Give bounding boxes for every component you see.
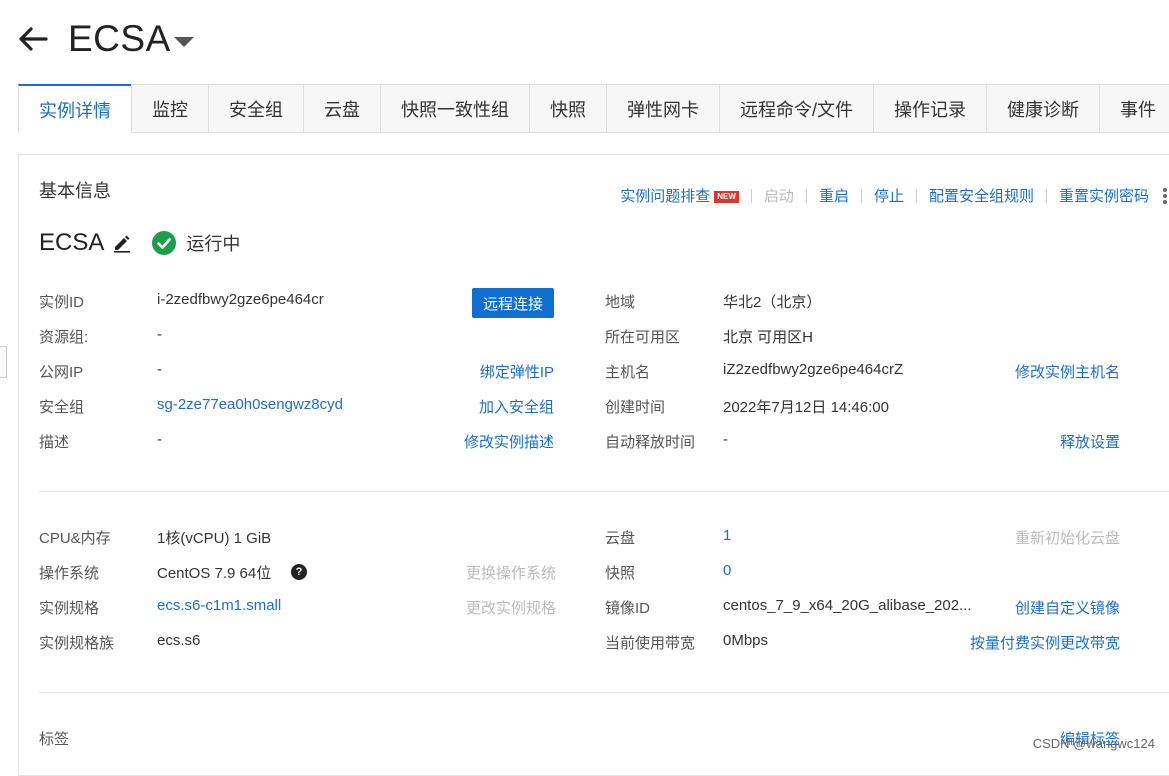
edit-description-link[interactable]: 修改实例描述 xyxy=(464,431,554,452)
created-time-value: 2022年7月12日 14:46:00 xyxy=(723,399,889,416)
tab-snapshot-consistency-groups[interactable]: 快照一致性组 xyxy=(380,84,530,132)
divider xyxy=(750,188,752,203)
divider xyxy=(1045,188,1047,203)
tab-snapshots[interactable]: 快照 xyxy=(529,84,607,132)
release-settings-link[interactable]: 释放设置 xyxy=(1060,431,1120,452)
resource-group-label: 资源组: xyxy=(39,329,89,346)
back-arrow-icon[interactable] xyxy=(16,22,50,56)
zone-value: 北京 可用区H xyxy=(723,329,814,346)
status-text: 运行中 xyxy=(186,234,241,254)
help-icon[interactable]: ? xyxy=(291,564,307,580)
reset-password-link[interactable]: 重置实例密码 xyxy=(1059,185,1149,206)
image-id-label: 镜像ID xyxy=(605,600,651,617)
troubleshoot-link[interactable]: 实例问题排查 NEW xyxy=(620,185,739,206)
section-divider xyxy=(39,692,1169,693)
security-group-label: 安全组 xyxy=(39,399,85,416)
tab-health-diagnosis[interactable]: 健康诊断 xyxy=(986,84,1101,132)
description-value: - xyxy=(157,431,162,448)
auto-release-value: - xyxy=(723,431,728,448)
troubleshoot-label: 实例问题排查 xyxy=(620,188,711,205)
new-badge: NEW xyxy=(714,191,739,203)
tab-instance-details[interactable]: 实例详情 xyxy=(18,84,132,133)
configure-security-rules-link[interactable]: 配置安全组规则 xyxy=(929,185,1034,206)
instance-spec-label: 实例规格 xyxy=(39,600,100,617)
side-collapse-handle[interactable] xyxy=(0,346,7,378)
more-vertical-icon[interactable] xyxy=(1163,187,1167,204)
snapshot-count-link[interactable]: 0 xyxy=(723,562,731,579)
create-image-link[interactable]: 创建自定义镜像 xyxy=(1015,597,1120,618)
page-title: ECSA xyxy=(68,18,171,59)
remote-connect-button[interactable]: 远程连接 xyxy=(472,288,554,318)
hostname-value: iZ2zedfbwy2gze6pe464crZ xyxy=(723,361,904,378)
hostname-label: 主机名 xyxy=(605,364,651,381)
join-security-group-link[interactable]: 加入安全组 xyxy=(479,396,554,417)
stop-button[interactable]: 停止 xyxy=(874,185,904,206)
tab-operation-logs[interactable]: 操作记录 xyxy=(873,84,988,132)
divider xyxy=(915,188,917,203)
region-value: 华北2（北京） xyxy=(723,294,822,311)
tab-security-groups[interactable]: 安全组 xyxy=(208,84,304,132)
action-bar: 实例问题排查 NEW 启动 重启 停止 配置安全组规则 重置实例密码 xyxy=(620,185,1167,206)
cpu-memory-value: 1核(vCPU) 1 GiB xyxy=(157,530,272,547)
public-ip-label: 公网IP xyxy=(39,364,84,381)
change-os-link[interactable]: 更换操作系统 xyxy=(466,562,556,583)
resource-group-value: - xyxy=(157,326,162,343)
disk-label: 云盘 xyxy=(605,530,636,547)
os-label: 操作系统 xyxy=(39,565,100,582)
tab-remote-commands[interactable]: 远程命令/文件 xyxy=(719,84,875,132)
spec-family-value: ecs.s6 xyxy=(157,632,201,649)
start-button[interactable]: 启动 xyxy=(764,185,794,206)
edit-hostname-link[interactable]: 修改实例主机名 xyxy=(1015,361,1120,382)
tab-eni[interactable]: 弹性网卡 xyxy=(606,84,720,132)
reinit-disk-link[interactable]: 重新初始化云盘 xyxy=(1015,527,1120,548)
description-label: 描述 xyxy=(39,434,70,451)
disk-count-link[interactable]: 1 xyxy=(723,527,731,544)
edit-pencil-icon[interactable] xyxy=(112,233,132,253)
divider xyxy=(805,188,807,203)
cpu-memory-label: CPU&内存 xyxy=(39,530,111,547)
divider xyxy=(860,188,862,203)
watermark: CSDN @wangwc124 xyxy=(1032,736,1155,751)
instance-id-label: 实例ID xyxy=(39,294,85,311)
bandwidth-value: 0Mbps xyxy=(723,632,769,649)
tab-disks[interactable]: 云盘 xyxy=(303,84,381,132)
security-group-link[interactable]: sg-2ze77ea0h0sengwz8cyd xyxy=(157,396,343,413)
change-spec-link[interactable]: 更改实例规格 xyxy=(466,597,556,618)
instance-id-value: i-2zedfbwy2gze6pe464cr xyxy=(157,291,324,308)
tags-label: 标签 xyxy=(39,731,70,748)
restart-button[interactable]: 重启 xyxy=(819,185,849,206)
bind-eip-link[interactable]: 绑定弹性IP xyxy=(480,361,554,382)
instance-spec-link[interactable]: ecs.s6-c1m1.small xyxy=(157,597,281,614)
tab-bar: 实例详情 监控 安全组 云盘 快照一致性组 快照 弹性网卡 远程命令/文件 操作… xyxy=(18,84,1169,133)
auto-release-label: 自动释放时间 xyxy=(605,434,696,451)
instance-name: ECSA xyxy=(39,229,105,256)
os-value: CentOS 7.9 64位 xyxy=(157,565,272,582)
change-bandwidth-link[interactable]: 按量付费实例更改带宽 xyxy=(970,632,1120,653)
bandwidth-label: 当前使用带宽 xyxy=(605,635,696,652)
image-id-value: centos_7_9_x64_20G_alibase_202... xyxy=(723,597,972,614)
public-ip-value: - xyxy=(157,361,162,378)
snapshot-label: 快照 xyxy=(605,565,636,582)
instance-header: ECSA 运行中 xyxy=(39,229,240,257)
basic-info-panel: 基本信息 实例问题排查 NEW 启动 重启 停止 配置安全组规则 重置实例密码 E… xyxy=(18,154,1169,776)
instance-switch-dropdown-icon[interactable] xyxy=(174,37,194,47)
section-title: 基本信息 xyxy=(39,181,111,201)
check-circle-icon xyxy=(152,231,177,255)
zone-label: 所在可用区 xyxy=(605,329,681,346)
tab-events[interactable]: 事件 xyxy=(1099,84,1169,132)
section-divider xyxy=(39,491,1169,492)
spec-family-label: 实例规格族 xyxy=(39,635,115,652)
region-label: 地域 xyxy=(605,294,636,311)
tab-monitoring[interactable]: 监控 xyxy=(131,84,209,132)
page-header: ECSA xyxy=(0,0,1169,84)
created-time-label: 创建时间 xyxy=(605,399,666,416)
